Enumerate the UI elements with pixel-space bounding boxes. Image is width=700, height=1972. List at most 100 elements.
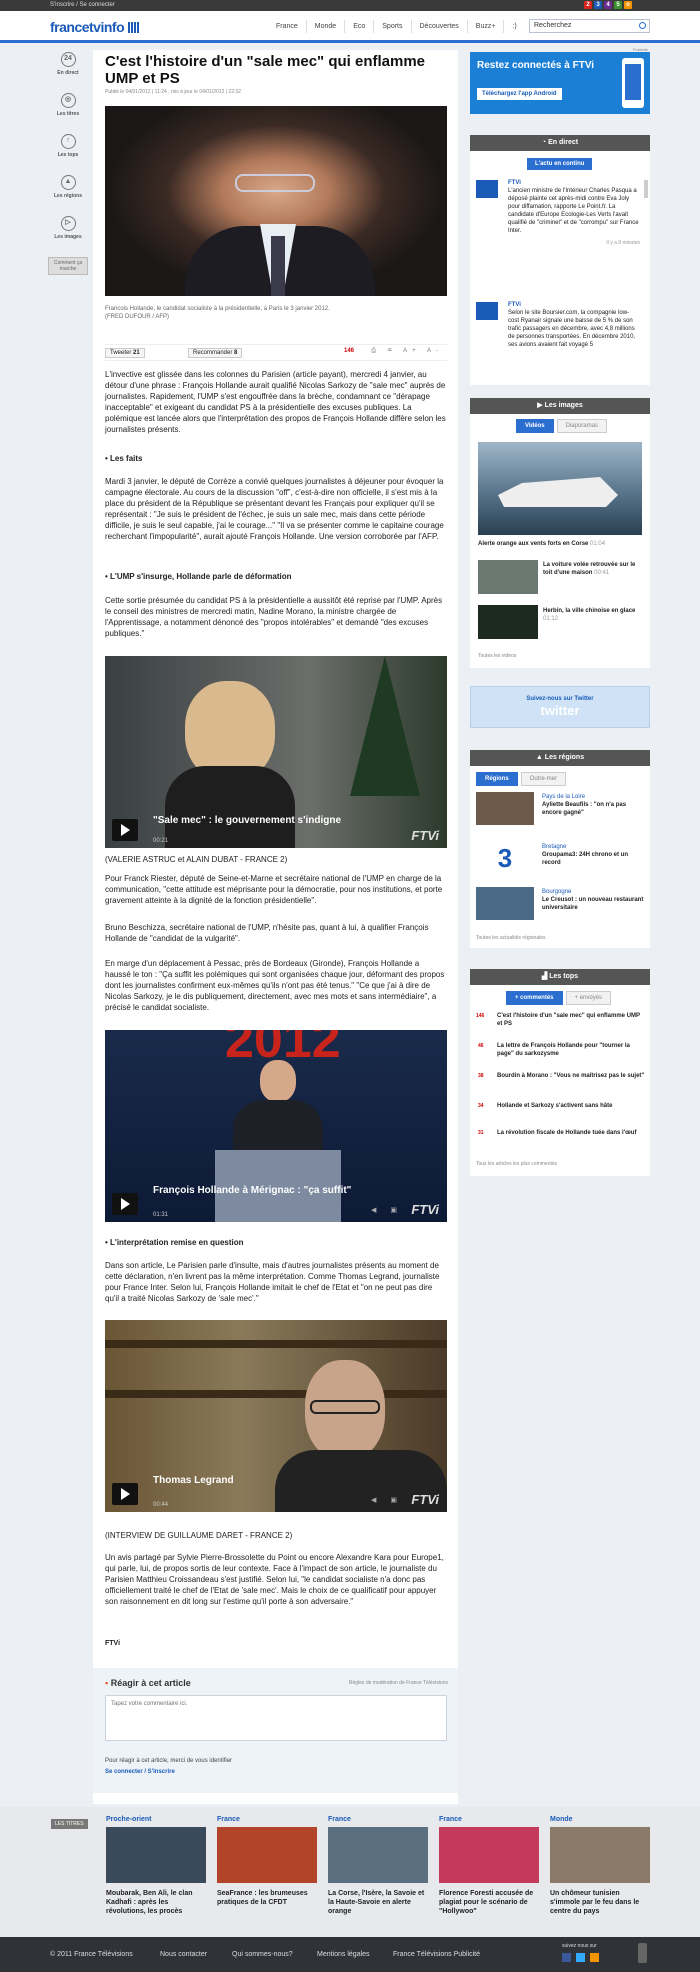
play-button[interactable]: [112, 1193, 138, 1215]
headline-card[interactable]: Monde Un chômeur tunisien s'immole par le…: [550, 1816, 650, 1916]
channel-2[interactable]: 2: [584, 1, 592, 9]
tab-outremer[interactable]: Outre-mer: [520, 772, 567, 786]
ftvi-avatar: [476, 302, 498, 320]
nav-monde[interactable]: Monde: [307, 20, 346, 33]
video-controls[interactable]: ◀ ▣: [371, 1206, 403, 1214]
video-controls[interactable]: ◀ ▣: [371, 1496, 403, 1504]
live-feed-button[interactable]: L'actu en continu: [527, 158, 593, 170]
nav-buzz[interactable]: Buzz+: [468, 20, 505, 33]
mobile-icon[interactable]: [638, 1943, 647, 1963]
region-thumbnail[interactable]: [476, 792, 534, 825]
rss-icon[interactable]: [590, 1953, 599, 1962]
tab-diaporamas[interactable]: Diaporamas: [556, 419, 607, 433]
channel-5[interactable]: 5: [614, 1, 622, 9]
channel-4[interactable]: 4: [604, 1, 612, 9]
phone-icon: [622, 58, 644, 108]
france3-logo-icon[interactable]: 3: [476, 842, 534, 875]
top-item[interactable]: 146 C'est l'histoire d'un "sale mec" qui …: [476, 1012, 646, 1028]
channel-o[interactable]: o: [624, 1, 632, 9]
tab-sent[interactable]: + envoyés: [565, 991, 612, 1005]
leftnav-regions[interactable]: ▲ Les régions: [48, 175, 88, 199]
nav-decouvertes[interactable]: Découvertes: [412, 20, 468, 33]
twitter-label: Suivez-nous sur Twitter: [526, 696, 594, 702]
login-link[interactable]: S'inscrire / Se connecter: [50, 2, 115, 8]
nav-smiley[interactable]: :): [504, 20, 524, 33]
moderation-rules-link[interactable]: Règles de modération de France Télévisio…: [349, 1680, 448, 1686]
widget-header: ▟ Les tops: [470, 969, 650, 985]
leftnav-titres[interactable]: ◎ Les titres: [48, 93, 88, 117]
leftnav-direct[interactable]: 24 En direct: [48, 52, 88, 76]
video-item[interactable]: Herbin, la ville chinoise en glace 01:12: [543, 607, 643, 623]
video-thumbnail[interactable]: [478, 605, 538, 639]
all-tops-link[interactable]: Tous les articles les plus commentés: [476, 1161, 557, 1167]
facebook-icon[interactable]: [562, 1953, 571, 1962]
video-thumbnail[interactable]: [478, 560, 538, 594]
search-input[interactable]: Recherchez: [529, 19, 650, 33]
footer-about-link[interactable]: Qui sommes-nous?: [232, 1951, 293, 1958]
headline-card[interactable]: Proche-orient Moubarak, Ben Ali, le clan …: [106, 1816, 206, 1916]
paragraph-5: Bruno Beschizza, secrétaire national de …: [105, 923, 429, 943]
top-bar: S'inscrire / Se connecter 2 3 4 5 o: [0, 0, 700, 11]
top-item[interactable]: 46 La lettre de François Hollande pour "t…: [476, 1042, 646, 1058]
all-videos-link[interactable]: Toutes les vidéos: [478, 653, 516, 659]
region-item[interactable]: Bourgogne Le Creusot : un nouveau restaur…: [542, 888, 644, 912]
regions-tabs: Régions Outre-mer: [476, 772, 567, 786]
region-thumbnail[interactable]: [476, 887, 534, 920]
twitter-icon[interactable]: [576, 1953, 585, 1962]
top-item[interactable]: 31 La révolution fiscale de Hollande tuée…: [476, 1129, 646, 1137]
region-item[interactable]: Pays de la Loire Ayliette Beaufils : "on …: [542, 793, 644, 817]
widget-header: ◔ En direct: [470, 135, 650, 151]
android-download-button[interactable]: Téléchargez l'app Android: [477, 88, 562, 100]
video-item[interactable]: La voiture volée retrouvée sur le toit d…: [543, 561, 643, 577]
paragraph-3: Cette sortie présumée du candidat PS à l…: [105, 596, 443, 638]
login-link[interactable]: Se connecter / S'inscrire: [105, 1769, 175, 1775]
comment-section: ▪ Réagir à cet article Règles de modérat…: [93, 1668, 458, 1793]
region-item[interactable]: Bretagne Groupama3: 24H chrono et un reco…: [542, 843, 644, 867]
app-promo[interactable]: Restez connectés à FTVi Téléchargez l'ap…: [470, 52, 650, 114]
play-button[interactable]: [112, 819, 138, 841]
scrollbar[interactable]: [644, 180, 648, 198]
comment-count[interactable]: 146: [344, 348, 354, 354]
follow-label: suivez nous sur: [562, 1943, 597, 1949]
footer-ads-link[interactable]: France Télévisions Publicité: [393, 1951, 480, 1958]
channel-links: 2 3 4 5 o: [584, 1, 632, 9]
nav-sports[interactable]: Sports: [374, 20, 412, 33]
leftnav-help[interactable]: Comment ça marche: [48, 257, 88, 275]
video-player-1[interactable]: "Sale mec" : le gouvernement s'indigne 0…: [105, 656, 447, 848]
recommend-button[interactable]: Recommander 8: [188, 348, 243, 358]
search-icon[interactable]: [639, 22, 646, 29]
site-logo[interactable]: francetvinfo: [50, 19, 140, 36]
top-item[interactable]: 34 Hollande et Sarkozy s'activent sans hâ…: [476, 1102, 646, 1110]
headline-card[interactable]: France Florence Foresti accusée de plagia…: [439, 1816, 539, 1916]
tab-commented[interactable]: + commentés: [506, 991, 563, 1005]
login-note: Pour réagir à cet article, merci de vous…: [105, 1758, 233, 1764]
headline-card[interactable]: France SeaFrance : les brumeuses pratique…: [217, 1816, 317, 1907]
top-item[interactable]: 38 Bourdin à Morano : "Vous ne maîtrisez …: [476, 1072, 646, 1080]
video-thumbnail[interactable]: [478, 442, 642, 535]
nav-eco[interactable]: Eco: [345, 20, 375, 33]
live-item[interactable]: FTVi L'ancien ministre de l'Intérieur Cha…: [508, 179, 640, 247]
tab-regions[interactable]: Régions: [476, 772, 518, 786]
video-player-3[interactable]: Thomas Legrand 00:44 ◀ ▣ FTVi: [105, 1320, 447, 1512]
main-video-title[interactable]: Alerte orange aux vents forts en Corse 0…: [478, 540, 648, 548]
section-heading: • L'interprétation remise en question: [105, 1238, 244, 1247]
tweet-button[interactable]: Tweeter 21: [105, 348, 145, 358]
font-size-tools[interactable]: ⎙ ✉ A+ A-: [371, 348, 443, 355]
comment-input[interactable]: [105, 1695, 447, 1741]
footer-contact-link[interactable]: Nous contacter: [160, 1951, 207, 1958]
footer-legal-link[interactable]: Mentions légales: [317, 1951, 370, 1958]
twitter-promo[interactable]: Suivez-nous sur Twitter twitter: [470, 686, 650, 728]
channel-3[interactable]: 3: [594, 1, 602, 9]
main-nav: France Monde Eco Sports Découvertes Buzz…: [268, 20, 525, 33]
all-regions-link[interactable]: Toutes les actualités régionales: [476, 935, 546, 941]
paragraph-4: Pour Franck Riester, député de Seine-et-…: [105, 874, 443, 905]
play-button[interactable]: [112, 1483, 138, 1505]
nav-france[interactable]: France: [268, 20, 307, 33]
video-player-2[interactable]: 2012 François Hollande à Mérignac : "ça …: [105, 1030, 447, 1222]
leftnav-images[interactable]: ▷ Les images: [48, 216, 88, 240]
tops-widget: ▟ Les tops + commentés + envoyés 146 C'est…: [470, 969, 650, 1176]
live-item[interactable]: FTVi Selon le site Boursier.com, la compa…: [508, 301, 640, 381]
headline-card[interactable]: France La Corse, l'Isère, la Savoie et la…: [328, 1816, 428, 1916]
tab-videos[interactable]: Vidéos: [516, 419, 554, 433]
leftnav-tops[interactable]: ↑ Les tops: [48, 134, 88, 158]
